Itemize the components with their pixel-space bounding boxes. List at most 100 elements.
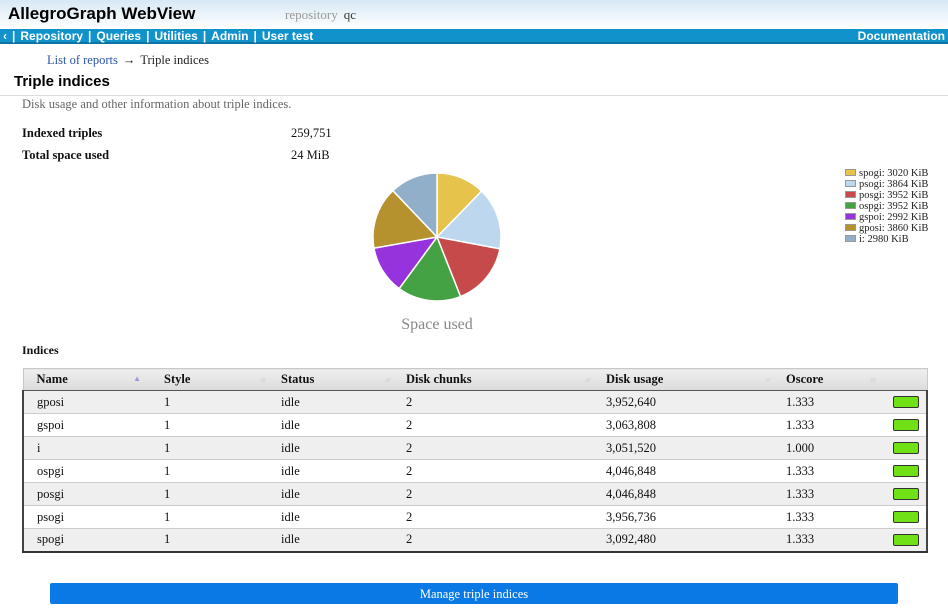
cell-name: gposi [23, 391, 151, 414]
cell-disk_chunks: 2 [393, 391, 593, 414]
breadcrumb: List of reports → Triple indices [47, 53, 209, 68]
column-header-label: Disk chunks [406, 372, 472, 386]
cell-oscore: 1.333 [773, 391, 878, 414]
table-header-row: Name▲Style▴▾Status▴▾Disk chunks▴▾Disk us… [23, 369, 927, 391]
nav-separator: | [88, 29, 91, 43]
nav-item-queries[interactable]: Queries [96, 29, 141, 43]
cell-style: 1 [151, 391, 268, 414]
heading-rule: Triple indices [0, 73, 948, 96]
health-indicator [893, 442, 919, 454]
column-header-status[interactable]: Status ▴▾ [268, 369, 393, 391]
legend-item-i: i: 2980 KiB [845, 234, 928, 245]
cell-health [878, 460, 927, 483]
table-row-psogi: psogi1idle23,956,7361.333 [23, 506, 927, 529]
legend-text: ospgi: 3952 KiB [859, 201, 928, 212]
cell-health [878, 437, 927, 460]
column-header-disk_usage[interactable]: Disk usage ▴▾ [593, 369, 773, 391]
stat-label: Total space used [22, 144, 291, 166]
legend-text: i: 2980 KiB [859, 234, 909, 245]
cell-name: psogi [23, 506, 151, 529]
column-header-name[interactable]: Name▲ [23, 369, 151, 391]
column-header-label: Status [281, 372, 314, 386]
table-row-posgi: posgi1idle24,046,8481.333 [23, 483, 927, 506]
nav-separator: | [254, 29, 257, 43]
nav-item-utilities[interactable]: Utilities [154, 29, 197, 43]
nav-item-documentation[interactable]: Documentation [858, 29, 945, 44]
cell-status: idle [268, 506, 393, 529]
sort-hint-icon: ▴▾ [765, 376, 770, 384]
cell-disk_chunks: 2 [393, 483, 593, 506]
legend-text: gposi: 3860 KiB [859, 223, 928, 234]
table-row-i: i1idle23,051,5201.000 [23, 437, 927, 460]
legend-text: spogi: 3020 KiB [859, 168, 928, 179]
legend-item-gspoi: gspoi: 2992 KiB [845, 212, 928, 223]
cell-disk_chunks: 2 [393, 414, 593, 437]
cell-style: 1 [151, 414, 268, 437]
nav-left: ‹|Repository|Queries|Utilities|Admin|Use… [3, 29, 313, 44]
webview-page: AllegroGraph WebView repositoryqc ‹|Repo… [0, 0, 948, 614]
page-description: Disk usage and other information about t… [22, 97, 291, 112]
cell-name: spogi [23, 529, 151, 552]
cell-status: idle [268, 529, 393, 552]
cell-status: idle [268, 437, 393, 460]
cell-oscore: 1.000 [773, 437, 878, 460]
cell-disk_usage: 4,046,848 [593, 483, 773, 506]
legend-text: posgi: 3952 KiB [859, 190, 928, 201]
legend-item-ospgi: ospgi: 3952 KiB [845, 201, 928, 212]
page-title: Triple indices [14, 73, 110, 90]
stat-value: 24 MiB [291, 148, 330, 162]
column-header-oscore[interactable]: Oscore▴▾ [773, 369, 878, 391]
cell-health [878, 529, 927, 552]
column-header-label: Style [164, 372, 190, 386]
stat-row: Indexed triples259,751 [22, 122, 332, 144]
breadcrumb-current: Triple indices [140, 53, 209, 67]
legend-swatch [845, 235, 856, 242]
health-indicator [893, 465, 919, 477]
cell-status: idle [268, 414, 393, 437]
legend-text: psogi: 3864 KiB [859, 179, 928, 190]
sort-hint-icon: ▴▾ [260, 376, 265, 384]
manage-triple-indices-button[interactable]: Manage triple indices [50, 583, 898, 604]
cell-name: i [23, 437, 151, 460]
column-header-style[interactable]: Style ▴▾ [151, 369, 268, 391]
column-header-disk_chunks[interactable]: Disk chunks▴▾ [393, 369, 593, 391]
cell-style: 1 [151, 529, 268, 552]
cell-name: posgi [23, 483, 151, 506]
breadcrumb-arrow-icon: → [123, 53, 136, 67]
cell-disk_chunks: 2 [393, 460, 593, 483]
nav-item-repository[interactable]: Repository [20, 29, 83, 43]
legend-text: gspoi: 2992 KiB [859, 212, 928, 223]
cell-style: 1 [151, 483, 268, 506]
nav-item-user-test[interactable]: User test [262, 29, 313, 43]
legend-swatch [845, 169, 856, 176]
nav-item-admin[interactable]: Admin [211, 29, 248, 43]
nav-bar: ‹|Repository|Queries|Utilities|Admin|Use… [0, 29, 948, 44]
cell-oscore: 1.333 [773, 529, 878, 552]
cell-disk_usage: 4,046,848 [593, 460, 773, 483]
breadcrumb-link-list-of-reports[interactable]: List of reports [47, 53, 118, 67]
cell-status: idle [268, 460, 393, 483]
sort-hint-icon: ▴▾ [385, 376, 390, 384]
table-row-gspoi: gspoi1idle23,063,8081.333 [23, 414, 927, 437]
column-header-label: Disk usage [606, 372, 663, 386]
cell-status: idle [268, 483, 393, 506]
cell-style: 1 [151, 437, 268, 460]
cell-oscore: 1.333 [773, 460, 878, 483]
table-body: gposi1idle23,952,6401.333gspoi1idle23,06… [23, 391, 927, 552]
legend-swatch [845, 180, 856, 187]
table-row-gposi: gposi1idle23,952,6401.333 [23, 391, 927, 414]
nav-separator: | [12, 29, 15, 43]
legend-item-spogi: spogi: 3020 KiB [845, 168, 928, 179]
app-title: AllegroGraph WebView [8, 4, 195, 24]
legend-item-posgi: posgi: 3952 KiB [845, 190, 928, 201]
indices-section-label: Indices [22, 343, 59, 358]
cell-style: 1 [151, 506, 268, 529]
cell-name: gspoi [23, 414, 151, 437]
cell-health [878, 506, 927, 529]
cell-disk_usage: 3,051,520 [593, 437, 773, 460]
column-header-label: Name [37, 372, 68, 386]
stat-label: Indexed triples [22, 122, 291, 144]
table-row-spogi: spogi1idle23,092,4801.333 [23, 529, 927, 552]
pie-legend: spogi: 3020 KiBpsogi: 3864 KiBposgi: 395… [845, 168, 928, 245]
pie-caption: Space used [357, 316, 517, 334]
